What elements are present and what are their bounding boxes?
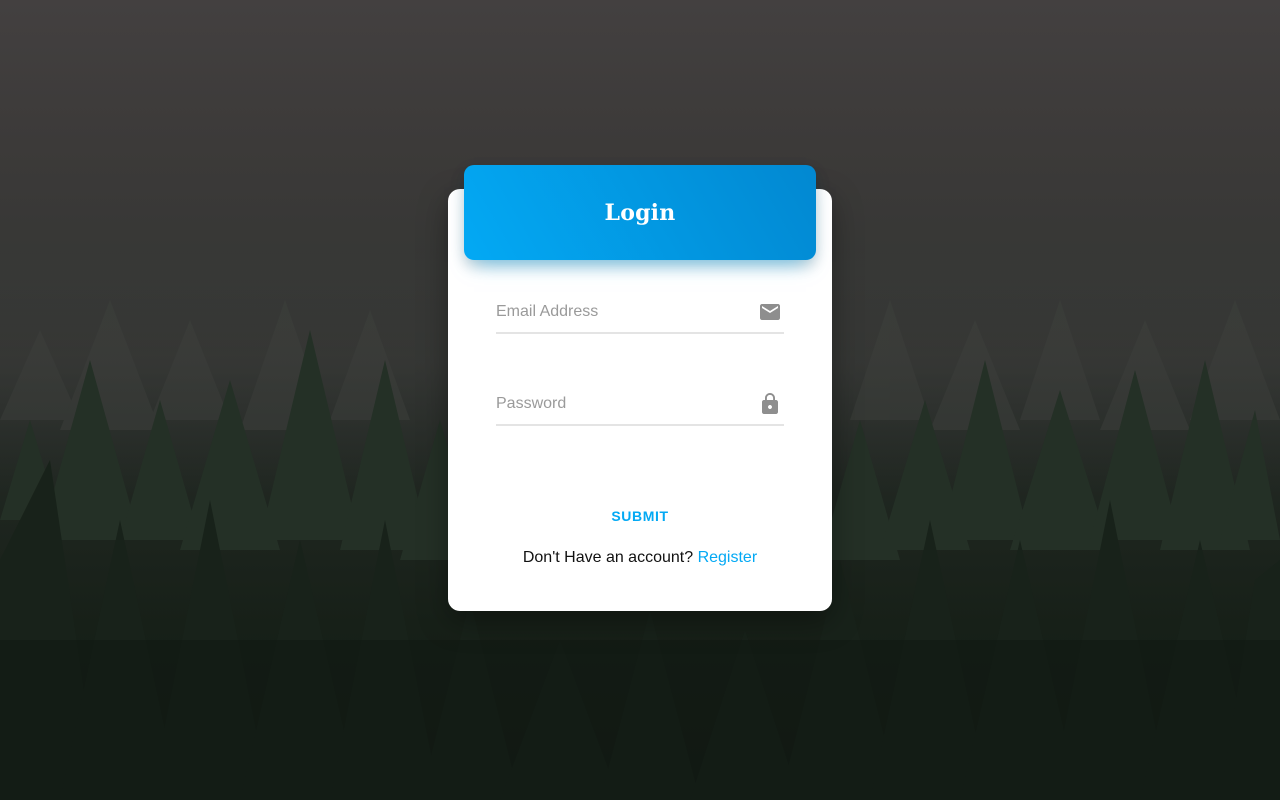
lock-icon [758,392,782,416]
submit-button[interactable]: SUBMIT [580,500,700,532]
email-input[interactable] [496,294,746,330]
mail-icon [758,300,782,324]
register-link[interactable]: Register [698,549,758,566]
email-field [496,294,784,334]
login-card-header: Login [464,165,816,260]
password-field [496,386,784,426]
register-prompt-text: Don't Have an account? [522,549,694,566]
register-prompt-row: Don't Have an account? Register [448,549,832,567]
password-input[interactable] [496,386,746,422]
login-title: Login [604,199,676,226]
